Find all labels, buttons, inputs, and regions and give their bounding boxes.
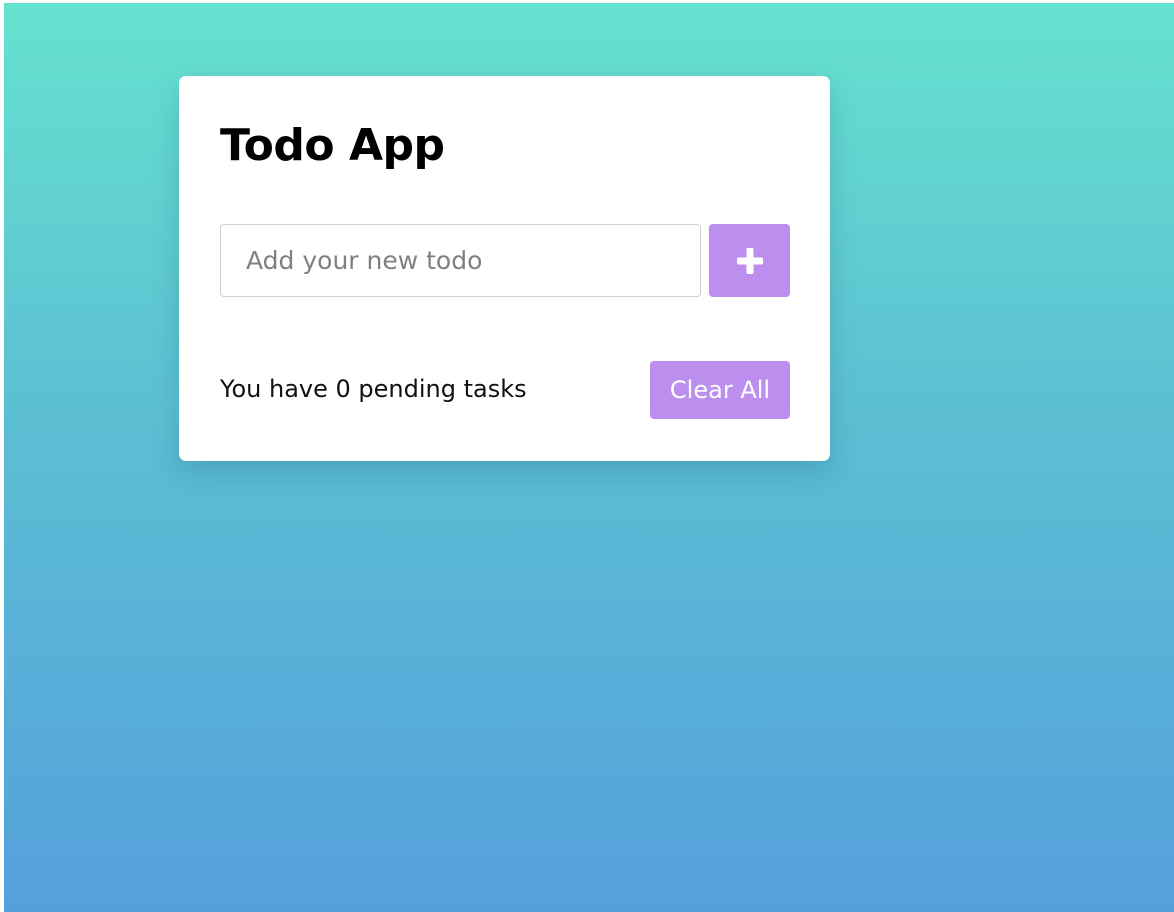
todo-card: Todo App You have 0 pending tasks Clear … <box>179 76 830 461</box>
background: Todo App You have 0 pending tasks Clear … <box>4 3 1174 912</box>
todo-input[interactable] <box>220 224 701 297</box>
pending-count: 0 <box>335 375 351 403</box>
pending-tasks-text: You have 0 pending tasks <box>220 375 527 403</box>
pending-prefix: You have <box>220 375 336 403</box>
clear-all-button[interactable]: Clear All <box>650 361 790 419</box>
add-todo-button[interactable] <box>709 224 790 297</box>
pending-suffix: pending tasks <box>350 375 527 403</box>
footer-row: You have 0 pending tasks Clear All <box>220 361 790 419</box>
input-row <box>220 224 790 297</box>
page-title: Todo App <box>220 120 445 171</box>
plus-icon <box>736 247 763 274</box>
